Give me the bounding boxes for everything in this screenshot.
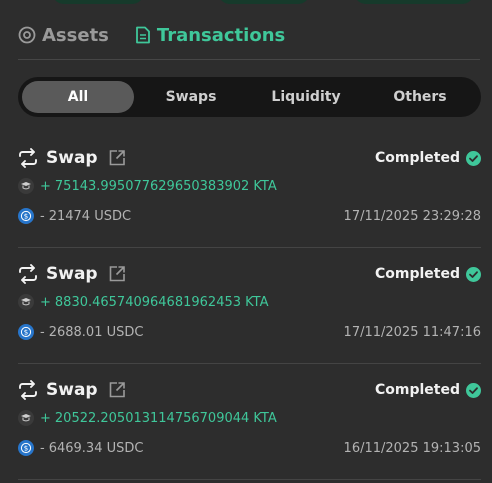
view-tabs: Assets Transactions — [18, 22, 285, 48]
sent-amount: 21474 USDC — [48, 208, 132, 224]
external-link-icon[interactable] — [108, 381, 126, 399]
tab-assets[interactable]: Assets — [18, 25, 109, 46]
swap-arrows-icon — [18, 380, 38, 400]
check-circle-icon — [466, 266, 481, 282]
sent-amount-line: $ - 2688.01 USDC 17/11/2025 11:47:16 — [18, 322, 481, 342]
external-link-icon[interactable] — [108, 149, 126, 167]
transaction-type: Swap — [46, 148, 98, 168]
svg-text:$: $ — [24, 213, 28, 221]
check-circle-icon — [466, 382, 481, 398]
filter-others[interactable]: Others — [364, 81, 476, 113]
received-amount-line: + 75143.995077629650383902 KTA — [18, 176, 277, 196]
transaction-row: Swap Completed + 8830.465740964681962453… — [18, 248, 481, 364]
filter-all[interactable]: All — [22, 81, 134, 113]
status-badge: Completed — [375, 262, 481, 286]
filter-swaps[interactable]: Swaps — [135, 81, 247, 113]
transaction-timestamp: 17/11/2025 11:47:16 — [343, 324, 481, 340]
external-link-icon[interactable] — [108, 265, 126, 283]
received-amount-line: + 20522.205013114756709044 KTA — [18, 408, 277, 428]
kta-token-icon — [18, 410, 34, 426]
status-label: Completed — [374, 266, 460, 282]
received-sign: + — [40, 294, 51, 310]
check-circle-icon — [466, 150, 481, 166]
document-icon — [135, 26, 151, 44]
tab-assets-label: Assets — [42, 24, 109, 46]
sent-sign: - — [40, 440, 45, 456]
sent-sign: - — [40, 324, 45, 340]
sent-amount: 2688.01 USDC — [48, 324, 144, 340]
transaction-type: Swap — [46, 380, 98, 400]
usdc-token-icon: $ — [18, 208, 34, 224]
top-action-button-3[interactable] — [354, 0, 474, 4]
transaction-header: Swap Completed — [18, 146, 481, 170]
transaction-row: Swap Completed + 20522.20501311475670904… — [18, 364, 481, 480]
usdc-token-icon: $ — [18, 324, 34, 340]
swap-arrows-icon — [18, 148, 38, 168]
top-action-button-2[interactable] — [218, 0, 310, 4]
transaction-row: Swap Completed + 75143.99507762965038390… — [18, 132, 481, 248]
transaction-timestamp: 16/11/2025 19:13:05 — [343, 440, 481, 456]
transaction-header: Swap Completed — [18, 378, 481, 402]
divider — [18, 59, 480, 60]
circle-dot-icon — [18, 26, 36, 44]
sent-amount-line: $ - 6469.34 USDC 16/11/2025 19:13:05 — [18, 438, 481, 458]
kta-token-icon — [18, 294, 34, 310]
transaction-timestamp: 17/11/2025 23:29:28 — [343, 208, 481, 224]
received-sign: + — [40, 178, 51, 194]
svg-text:$: $ — [24, 445, 28, 453]
tab-transactions-label: Transactions — [156, 24, 286, 46]
filter-liquidity[interactable]: Liquidity — [250, 81, 362, 113]
filter-segment: All Swaps Liquidity Others — [18, 77, 481, 117]
row-divider — [18, 479, 481, 480]
received-amount: 8830.465740964681962453 KTA — [54, 294, 269, 310]
swap-arrows-icon — [18, 264, 38, 284]
sent-sign: - — [40, 208, 45, 224]
received-amount: 75143.995077629650383902 KTA — [54, 178, 277, 194]
status-badge: Completed — [375, 146, 481, 170]
usdc-token-icon: $ — [18, 440, 34, 456]
sent-amount-line: $ - 21474 USDC 17/11/2025 23:29:28 — [18, 206, 481, 226]
kta-token-icon — [18, 178, 34, 194]
status-label: Completed — [374, 150, 460, 166]
svg-text:$: $ — [24, 329, 28, 337]
status-badge: Completed — [375, 378, 481, 402]
top-action-button-1[interactable] — [52, 0, 144, 4]
received-amount-line: + 8830.465740964681962453 KTA — [18, 292, 268, 312]
tab-transactions[interactable]: Transactions — [135, 25, 285, 46]
received-sign: + — [40, 410, 51, 426]
transactions-page: Assets Transactions All Swaps Liquidity … — [0, 0, 492, 483]
transaction-type: Swap — [46, 264, 98, 284]
sent-amount: 6469.34 USDC — [48, 440, 144, 456]
status-label: Completed — [374, 382, 460, 398]
received-amount: 20522.205013114756709044 KTA — [54, 410, 277, 426]
transaction-header: Swap Completed — [18, 262, 481, 286]
